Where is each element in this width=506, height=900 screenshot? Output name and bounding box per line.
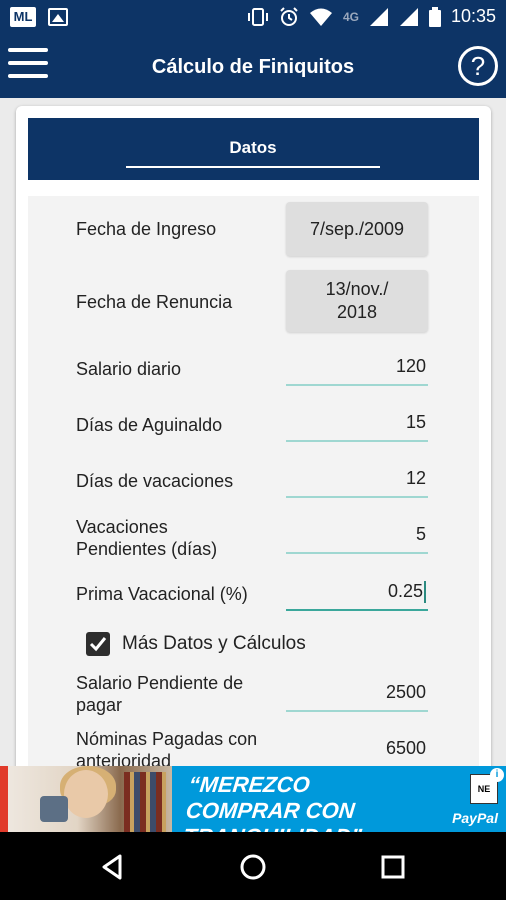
app-notification-icon: ML [10, 7, 36, 27]
alarm-icon [280, 6, 298, 26]
ad-image [0, 766, 172, 832]
form-card: Datos Fecha de Ingreso 7/sep./2009 Fecha… [16, 106, 491, 766]
salario-diario-field[interactable]: 120 [286, 352, 428, 386]
form-area: Fecha de Ingreso 7/sep./2009 Fecha de Re… [28, 196, 479, 766]
fecha-ingreso-label: Fecha de Ingreso [76, 219, 217, 239]
status-bar: ML 4G 10:35 [0, 0, 506, 36]
fecha-renuncia-button[interactable]: 13/nov./ 2018 [286, 270, 428, 332]
salario-pendiente-label: Salario Pendiente de pagar [76, 672, 243, 716]
ad-headline-line2: TRANQUILIDAD” [182, 824, 415, 832]
salario-pendiente-field[interactable]: 2500 [286, 678, 428, 712]
recents-icon[interactable] [378, 852, 408, 882]
network-type: 4G [342, 9, 359, 24]
fecha-renuncia-value-line1: 13/nov./ [325, 279, 389, 299]
mas-datos-checkbox[interactable] [86, 632, 110, 656]
tab-datos[interactable]: Datos [126, 138, 380, 168]
section-header: Datos [28, 118, 479, 180]
dias-aguinaldo-field[interactable]: 15 [286, 408, 428, 442]
signal-secondary-icon [399, 7, 418, 26]
nominas-pagadas-label-line1: Nóminas Pagadas con [76, 729, 258, 749]
help-icon[interactable]: ? [458, 46, 498, 86]
dias-vacaciones-field[interactable]: 12 [286, 464, 428, 498]
ad-headline: “MEREZCO COMPRAR CON TRANQUILIDAD” [182, 772, 420, 832]
fecha-renuncia-value-line2: 2018 [336, 302, 378, 322]
salario-diario-label: Salario diario [76, 359, 182, 379]
nominas-pagadas-label: Nóminas Pagadas con anterioridad [76, 728, 257, 766]
wifi-icon [309, 8, 332, 26]
ad-banner[interactable]: “MEREZCO COMPRAR CON TRANQUILIDAD” NE i … [0, 766, 506, 832]
nominas-pagadas-field[interactable]: 6500 [286, 734, 428, 766]
content-area: Datos Fecha de Ingreso 7/sep./2009 Fecha… [0, 98, 506, 766]
clock: 10:35 [450, 6, 496, 26]
mas-datos-label[interactable]: Más Datos y Cálculos [122, 633, 306, 655]
nominas-pagadas-label-line2: anterioridad [76, 751, 172, 766]
app-bar: Cálculo de Finiquitos ? [0, 36, 506, 98]
vacaciones-pendientes-label: Vacaciones Pendientes (días) [76, 516, 217, 560]
page-title: Cálculo de Finiquitos [151, 56, 355, 78]
image-notification-icon [48, 8, 68, 26]
vacaciones-pendientes-field[interactable]: 5 [286, 520, 428, 554]
dias-vacaciones-label: Días de vacaciones [76, 471, 234, 491]
salario-pendiente-label-line1: Salario Pendiente de [76, 673, 244, 693]
prima-vacacional-label: Prima Vacacional (%) [76, 584, 248, 604]
ad-info-icon[interactable]: i [490, 768, 504, 782]
checkmark-icon [89, 637, 107, 652]
salario-pendiente-label-line2: pagar [76, 695, 123, 715]
battery-icon [428, 6, 441, 27]
vacaciones-pendientes-label-line2: Pendientes (días) [76, 539, 218, 559]
paypal-logo: PayPal [452, 810, 498, 826]
vibrate-icon [247, 7, 268, 26]
prima-vacacional-field[interactable]: 0.25 [286, 577, 428, 611]
prima-vacacional-value: 0.25 [387, 581, 423, 601]
back-icon[interactable] [98, 852, 128, 882]
signal-icon [369, 7, 388, 26]
home-icon[interactable] [238, 852, 268, 882]
vacaciones-pendientes-label-line1: Vacaciones [76, 517, 168, 537]
fecha-ingreso-button[interactable]: 7/sep./2009 [286, 202, 428, 256]
dias-aguinaldo-label: Días de Aguinaldo [76, 415, 223, 435]
text-cursor [424, 581, 426, 604]
navigation-bar [0, 832, 506, 900]
ad-headline-line1: “MEREZCO COMPRAR CON [184, 772, 357, 823]
fecha-renuncia-label: Fecha de Renuncia [76, 292, 233, 312]
